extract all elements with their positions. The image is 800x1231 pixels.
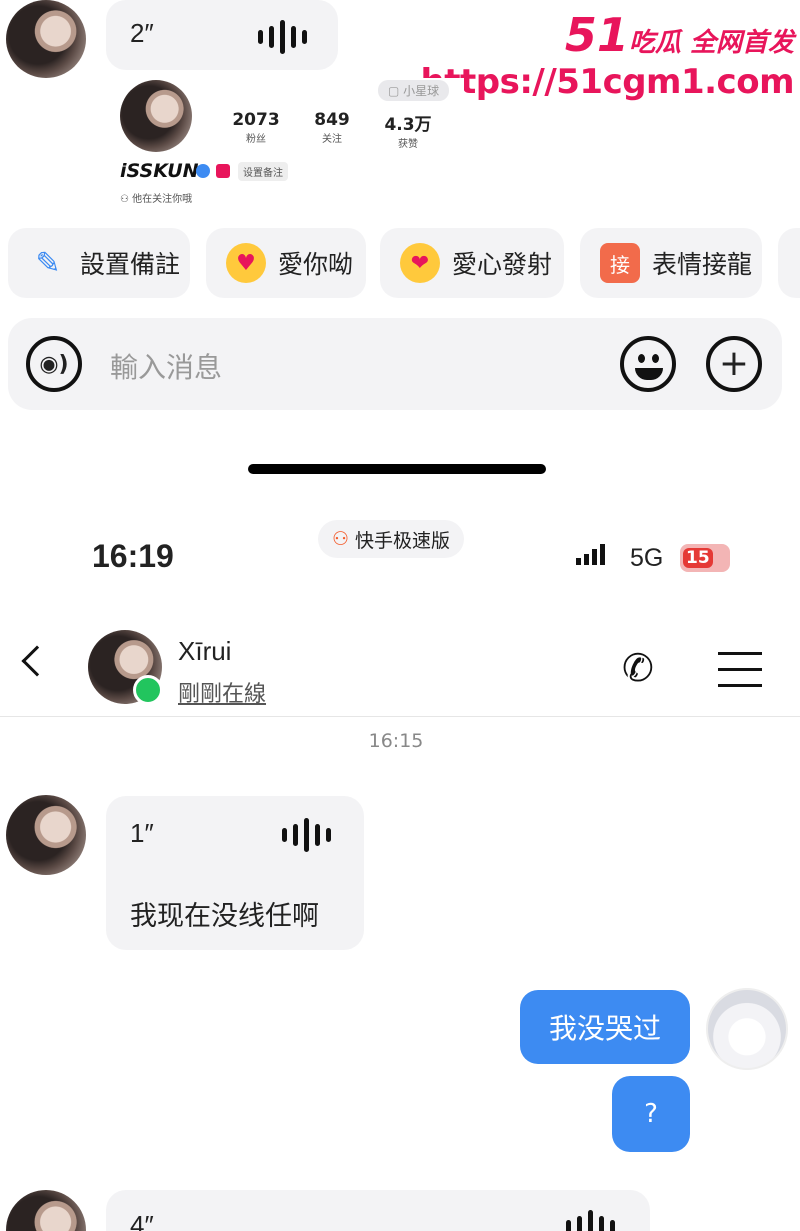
profile-avatar [120, 80, 192, 152]
voice-duration: 2″ [130, 18, 154, 48]
voice-message[interactable]: 1″ 我现在没线任啊 [106, 796, 364, 950]
heart-eyes-icon: ♥ [226, 243, 266, 283]
voice-input-icon[interactable]: ◉) [26, 336, 82, 392]
online-indicator [133, 675, 163, 705]
waveform-icon [566, 1210, 615, 1231]
message-text: ? [644, 1099, 658, 1129]
watermark-url: https://51cgm1.com [420, 62, 795, 102]
badge-label: 小星球 [403, 84, 440, 98]
stat-label: 粉丝 [246, 134, 266, 145]
menu-icon[interactable] [718, 652, 762, 688]
chip-label: 表情接龍 [652, 250, 753, 279]
badge: ▢ 小星球 [378, 80, 450, 101]
voice-duration: 4″ [130, 1210, 154, 1231]
chat-timestamp: 16:15 [368, 730, 424, 752]
love-shoot-icon: ❤ [400, 243, 440, 283]
chip-emoji-relay[interactable]: 接 表情接龍 [580, 228, 762, 298]
stat-following[interactable]: 849 关注 [302, 110, 362, 145]
emoji-icon[interactable] [620, 336, 676, 392]
verified-icon [196, 164, 210, 178]
watermark: 51吃瓜 全网首发 https://51cgm1.com [420, 8, 795, 102]
chip-label: 愛心發射 [452, 250, 553, 279]
stat-value: 4.3万 [384, 115, 432, 135]
phone-icon[interactable]: ✆ [622, 646, 654, 690]
follow-note: ⚇ 他在关注你哦 [120, 194, 193, 205]
home-indicator [248, 464, 546, 474]
back-button[interactable] [20, 645, 53, 684]
contact-name: Xīrui [178, 636, 232, 666]
battery-level: 15 [683, 548, 713, 568]
watermark-brand: 吃瓜 全网首发 [628, 28, 794, 58]
voice-transcript: 我现在没线任啊 [130, 901, 319, 932]
voice-message[interactable]: 4″ [106, 1190, 650, 1231]
message-text: 我没哭过 [548, 1012, 661, 1045]
chip-label: 設置備註 [80, 250, 181, 279]
stat-label: 关注 [322, 134, 342, 145]
contact-avatar[interactable] [6, 795, 86, 875]
network-label: 5G [630, 544, 664, 572]
message-input-bar[interactable]: ◉) 輸入消息 + [8, 318, 782, 410]
kuaishou-icon: ⚇ [332, 528, 350, 550]
app-indicator[interactable]: ⚇ 快手极速版 [318, 520, 465, 558]
chip-label: 愛你呦 [278, 250, 354, 279]
jie-icon: 接 [600, 243, 640, 283]
stat-likes[interactable]: 4.3万 获赞 [376, 110, 440, 150]
watermark-number: 51 [564, 8, 629, 62]
plus-icon[interactable]: + [706, 336, 762, 392]
set-remark-small-button[interactable]: 设置备注 [238, 162, 288, 181]
voice-duration: 1″ [130, 818, 154, 848]
pencil-icon: ✎ [35, 245, 61, 281]
contact-avatar[interactable] [6, 1190, 86, 1231]
chip-love-you[interactable]: ♥ 愛你呦 [206, 228, 366, 298]
message-input[interactable]: 輸入消息 [110, 346, 222, 386]
stat-value: 849 [314, 110, 350, 130]
chip-more[interactable] [778, 228, 800, 298]
app-indicator-label: 快手极速版 [355, 529, 451, 552]
voice-message[interactable]: 2″ [106, 0, 338, 70]
stat-followers[interactable]: 2073 粉丝 [226, 110, 286, 145]
chip-set-remark[interactable]: ✎ 設置備註 [8, 228, 190, 298]
stat-label: 获赞 [398, 139, 418, 150]
profile-card[interactable]: ▢ 小星球 2073 粉丝 849 关注 4.3万 获赞 iSSKUN 设置备注… [108, 78, 464, 210]
signal-icon [576, 544, 605, 565]
follow-note-text: 他在关注你哦 [132, 194, 193, 205]
my-avatar[interactable] [706, 988, 788, 1070]
contact-avatar[interactable] [6, 0, 86, 78]
battery-icon: 15 [680, 544, 730, 572]
profile-username: iSSKUN [120, 160, 199, 182]
tag-icon [216, 164, 230, 178]
chip-love-shoot[interactable]: ❤ 愛心發射 [380, 228, 564, 298]
sent-message[interactable]: 我没哭过 [520, 990, 690, 1064]
waveform-icon [282, 818, 331, 852]
sent-message[interactable]: ? [612, 1076, 690, 1152]
stat-value: 2073 [232, 110, 280, 130]
header-divider [0, 716, 800, 717]
status-time: 16:19 [92, 538, 174, 574]
contact-status: 剛剛在線 [178, 682, 267, 707]
waveform-icon [258, 20, 307, 54]
